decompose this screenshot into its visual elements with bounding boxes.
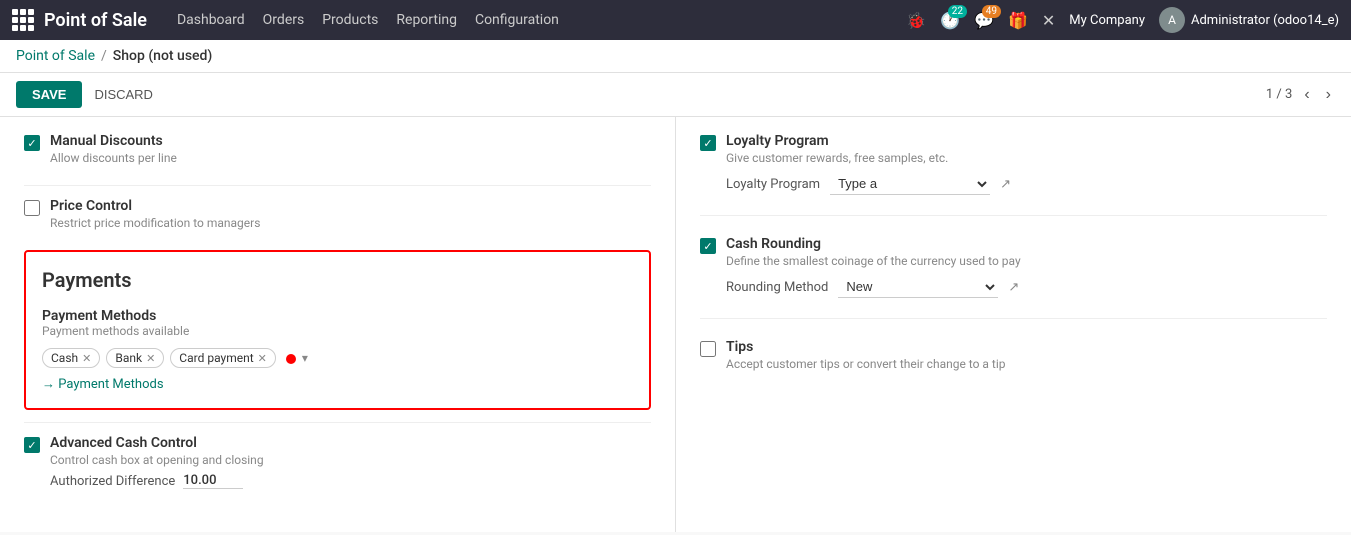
cash-rounding-checkbox[interactable] <box>700 238 716 254</box>
payment-methods-group: Payment Methods Payment methods availabl… <box>42 308 633 392</box>
tag-cash: Cash ✕ <box>42 348 100 368</box>
price-control-title: Price Control <box>50 198 260 214</box>
user-avatar: A <box>1159 7 1185 33</box>
rounding-method-select[interactable]: New <box>838 276 998 298</box>
tips-desc: Accept customer tips or convert their ch… <box>726 357 1006 371</box>
loyalty-program-section: Loyalty Program Give customer rewards, f… <box>700 133 1327 195</box>
prev-page-button[interactable]: ‹ <box>1300 86 1313 104</box>
left-panel: Manual Discounts Allow discounts per lin… <box>0 117 676 532</box>
clock-badge: 22 <box>948 5 967 18</box>
tag-card-payment: Card payment ✕ <box>170 348 276 368</box>
payment-methods-desc: Payment methods available <box>42 324 633 338</box>
top-navigation: Point of Sale Dashboard Orders Products … <box>0 0 1351 40</box>
clock-icon[interactable]: 🕐 22 <box>940 11 960 30</box>
tag-card-remove[interactable]: ✕ <box>258 352 267 365</box>
red-dot-indicator <box>286 354 296 364</box>
rounding-method-label: Rounding Method <box>726 280 828 295</box>
nav-products[interactable]: Products <box>322 12 378 28</box>
manual-discounts-desc: Allow discounts per line <box>50 151 177 165</box>
breadcrumb-parent[interactable]: Point of Sale <box>16 48 95 64</box>
payments-title: Payments <box>42 268 633 292</box>
next-page-button[interactable]: › <box>1322 86 1335 104</box>
nav-orders[interactable]: Orders <box>263 12 305 28</box>
tag-cash-remove[interactable]: ✕ <box>82 352 91 365</box>
discard-button[interactable]: DISCARD <box>82 81 165 108</box>
gift-icon[interactable]: 🎁 <box>1008 11 1028 30</box>
advanced-cash-section: Advanced Cash Control Control cash box a… <box>24 435 651 489</box>
right-panel: Loyalty Program Give customer rewards, f… <box>676 117 1351 532</box>
advanced-cash-desc: Control cash box at opening and closing <box>50 453 264 467</box>
breadcrumb: Point of Sale / Shop (not used) <box>0 40 1351 73</box>
tips-title: Tips <box>726 339 1006 355</box>
authorized-label: Authorized Difference <box>50 474 175 489</box>
cash-rounding-section: Cash Rounding Define the smallest coinag… <box>700 236 1327 298</box>
manual-discounts-title: Manual Discounts <box>50 133 177 149</box>
breadcrumb-separator: / <box>101 48 107 64</box>
loyalty-program-external-link[interactable]: ↗ <box>1000 177 1011 192</box>
cash-rounding-title: Cash Rounding <box>726 236 1021 252</box>
company-name: My Company <box>1069 13 1145 28</box>
payment-tags: Cash ✕ Bank ✕ Card payment ✕ ▾ <box>42 348 633 368</box>
payment-methods-label: Payment Methods <box>42 308 633 324</box>
manual-discounts-section: Manual Discounts Allow discounts per lin… <box>24 133 651 165</box>
cash-rounding-desc: Define the smallest coinage of the curre… <box>726 254 1021 268</box>
close-icon[interactable]: ✕ <box>1042 11 1055 30</box>
payments-section: Payments Payment Methods Payment methods… <box>24 250 651 410</box>
chat-icon[interactable]: 💬 49 <box>974 11 994 30</box>
payment-methods-link[interactable]: → Payment Methods <box>42 376 633 392</box>
pagination-text: 1 / 3 <box>1266 87 1292 102</box>
rounding-method-external-link[interactable]: ↗ <box>1008 280 1019 295</box>
chat-badge: 49 <box>982 5 1001 18</box>
nav-dashboard[interactable]: Dashboard <box>177 12 245 28</box>
breadcrumb-current: Shop (not used) <box>113 48 213 64</box>
loyalty-program-desc: Give customer rewards, free samples, etc… <box>726 151 1011 165</box>
action-bar: SAVE DISCARD 1 / 3 ‹ › <box>0 73 1351 117</box>
price-control-checkbox[interactable] <box>24 200 40 216</box>
loyalty-program-field-label: Loyalty Program <box>726 177 820 192</box>
app-title: Point of Sale <box>44 10 147 31</box>
tag-cash-label: Cash <box>51 351 78 365</box>
loyalty-program-select[interactable]: Type a <box>830 173 990 195</box>
nav-configuration[interactable]: Configuration <box>475 12 559 28</box>
tag-card-label: Card payment <box>179 351 253 365</box>
advanced-cash-title: Advanced Cash Control <box>50 435 264 451</box>
loyalty-program-title: Loyalty Program <box>726 133 1011 149</box>
tips-section: Tips Accept customer tips or convert the… <box>700 339 1327 371</box>
nav-reporting[interactable]: Reporting <box>396 12 457 28</box>
pagination: 1 / 3 ‹ › <box>1266 86 1335 104</box>
advanced-cash-checkbox[interactable] <box>24 437 40 453</box>
authorized-value[interactable]: 10.00 <box>183 473 243 489</box>
user-name: Administrator (odoo14_e) <box>1191 13 1339 28</box>
tag-bank: Bank ✕ <box>106 348 164 368</box>
main-content: Manual Discounts Allow discounts per lin… <box>0 117 1351 532</box>
manual-discounts-checkbox[interactable] <box>24 135 40 151</box>
user-menu[interactable]: A Administrator (odoo14_e) <box>1159 7 1339 33</box>
loyalty-program-field-row: Loyalty Program Type a ↗ <box>726 173 1011 195</box>
rounding-method-field-row: Rounding Method New ↗ <box>726 276 1021 298</box>
tag-bank-label: Bank <box>115 351 142 365</box>
grid-icon <box>12 9 34 31</box>
authorized-row: Authorized Difference 10.00 <box>50 473 264 489</box>
save-button[interactable]: SAVE <box>16 81 82 108</box>
tips-checkbox[interactable] <box>700 341 716 357</box>
main-nav: Dashboard Orders Products Reporting Conf… <box>177 12 559 28</box>
app-logo[interactable]: Point of Sale <box>12 9 147 31</box>
price-control-desc: Restrict price modification to managers <box>50 216 260 230</box>
tags-dropdown-arrow[interactable]: ▾ <box>302 351 308 365</box>
nav-right-section: 🐞 🕐 22 💬 49 🎁 ✕ My Company A Administrat… <box>906 7 1339 33</box>
loyalty-program-checkbox[interactable] <box>700 135 716 151</box>
price-control-section: Price Control Restrict price modificatio… <box>24 198 651 230</box>
tag-bank-remove[interactable]: ✕ <box>146 352 155 365</box>
bug-icon[interactable]: 🐞 <box>906 11 926 30</box>
